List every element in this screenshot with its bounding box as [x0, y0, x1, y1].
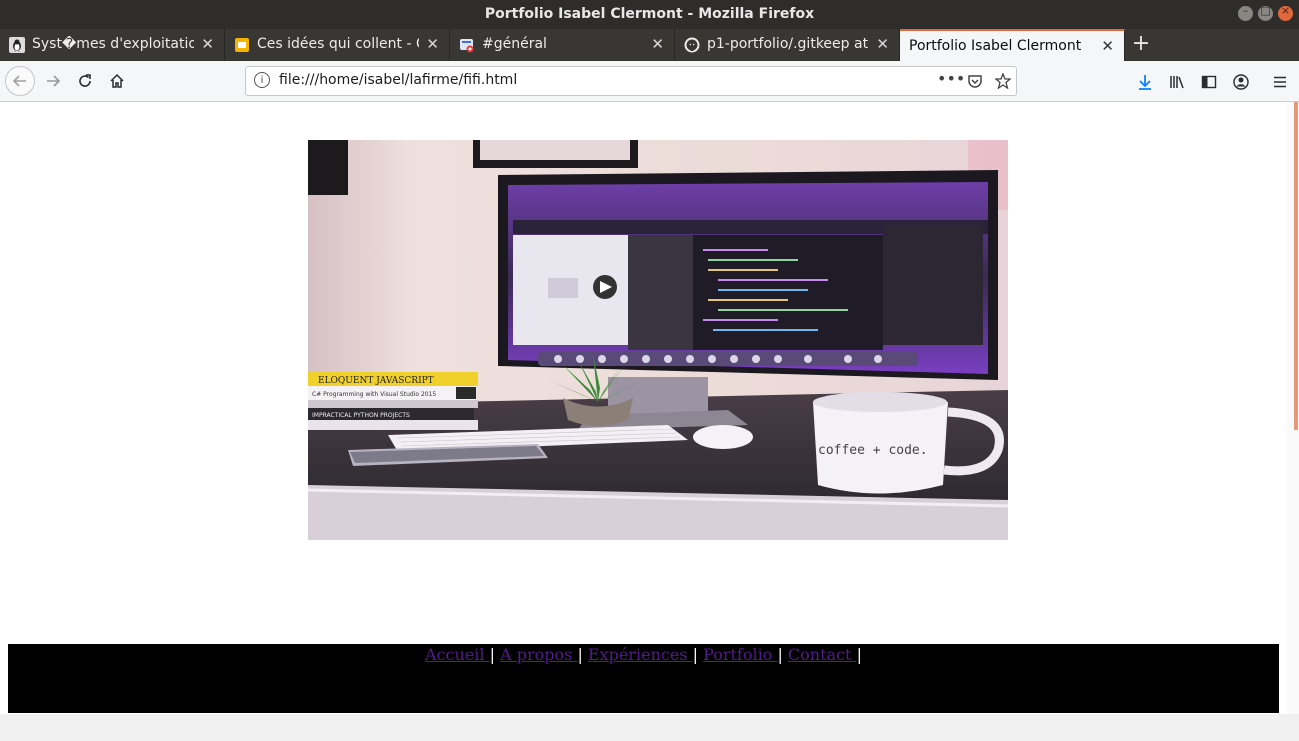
- reload-icon: [79, 74, 91, 87]
- site-info-icon[interactable]: i: [254, 72, 270, 88]
- mug-text: coffee + code.: [818, 443, 928, 458]
- footer-link-accueil[interactable]: Accueil: [425, 645, 490, 664]
- book-title: C# Programming with Visual Studio 2015: [312, 391, 436, 398]
- close-tab-icon[interactable]: ✕: [426, 35, 439, 53]
- github-icon: [684, 37, 700, 53]
- chat-app-icon: [460, 39, 474, 53]
- footer-separator: |: [489, 645, 495, 664]
- pocket-icon[interactable]: [967, 73, 983, 89]
- tab-label: Portfolio Isabel Clermont: [909, 38, 1082, 54]
- book-title: ELOQUENT JAVASCRIPT: [318, 376, 434, 386]
- footer-separator: |: [577, 645, 583, 664]
- tab-label: Syst�mes d'exploitation: [32, 36, 194, 52]
- footer-separator: |: [692, 645, 698, 664]
- account-icon[interactable]: [1233, 74, 1249, 90]
- close-window-button[interactable]: ×: [1278, 4, 1293, 21]
- tab-label: Ces idées qui collent - Google Slides: [257, 36, 419, 52]
- footer-separator: |: [856, 645, 862, 664]
- slides-icon: [235, 38, 249, 52]
- footer-link-a-propos[interactable]: A propos: [500, 645, 577, 664]
- site-footer: Accueil | A propos | Expériences | Portf…: [8, 644, 1279, 713]
- download-icon[interactable]: [1137, 74, 1153, 90]
- vertical-scrollbar[interactable]: [1287, 102, 1299, 714]
- footer-link-portfolio[interactable]: Portfolio: [703, 645, 777, 664]
- window-title: Portfolio Isabel Clermont - Mozilla Fire…: [484, 6, 815, 22]
- footer-link-experiences[interactable]: Expériences: [588, 645, 693, 664]
- close-tab-icon[interactable]: ✕: [201, 35, 214, 53]
- library-icon[interactable]: [1169, 74, 1185, 90]
- reload-button[interactable]: [71, 67, 99, 95]
- window-titlebar: Portfolio Isabel Clermont - Mozilla Fire…: [0, 0, 1299, 29]
- page-content: ELOQUENT JAVASCRIPT C# Programming with …: [0, 102, 1287, 714]
- hero-image: ELOQUENT JAVASCRIPT C# Programming with …: [308, 140, 1008, 540]
- close-tab-icon[interactable]: ✕: [651, 35, 664, 53]
- home-button[interactable]: [103, 67, 131, 95]
- minimize-button[interactable]: –: [1238, 4, 1253, 21]
- close-tab-icon[interactable]: ✕: [1101, 37, 1114, 55]
- scrollbar-thumb[interactable]: [1294, 102, 1298, 430]
- hamburger-menu-icon[interactable]: [1272, 74, 1288, 90]
- tab-systemes[interactable]: Syst�mes d'exploitation ✕: [0, 29, 225, 61]
- footer-separator: |: [777, 645, 783, 664]
- linux-penguin-icon: [9, 37, 25, 53]
- tab-github[interactable]: p1-portfolio/.gitkeep at master ✕: [675, 29, 900, 61]
- bookmark-star-icon[interactable]: [995, 73, 1011, 89]
- tab-portfolio[interactable]: Portfolio Isabel Clermont ✕: [900, 29, 1125, 61]
- tab-bar: Syst�mes d'exploitation ✕ Ces idées qui …: [0, 29, 1299, 61]
- page-actions-icon[interactable]: •••: [937, 69, 965, 88]
- sidebar-icon[interactable]: [1201, 74, 1217, 90]
- url-text[interactable]: file:///home/isabel/lafirme/fifi.html: [279, 72, 517, 88]
- url-bar[interactable]: i file:///home/isabel/lafirme/fifi.html …: [245, 66, 1017, 96]
- navigation-toolbar: i file:///home/isabel/lafirme/fifi.html …: [0, 61, 1299, 102]
- tab-general[interactable]: #général ✕: [450, 29, 675, 61]
- footer-nav: Accueil | A propos | Expériences | Portf…: [8, 644, 1279, 664]
- window-bottom-strip: [0, 714, 1299, 741]
- maximize-button[interactable]: □: [1258, 4, 1273, 21]
- tab-slides[interactable]: Ces idées qui collent - Google Slides ✕: [225, 29, 450, 61]
- book-title: IMPRACTICAL PYTHON PROJECTS: [312, 412, 410, 419]
- footer-link-contact[interactable]: Contact: [788, 645, 857, 664]
- forward-arrow-icon: [47, 75, 61, 87]
- home-icon: [110, 73, 124, 88]
- tab-label: p1-portfolio/.gitkeep at master: [707, 36, 869, 52]
- back-arrow-icon: [12, 75, 26, 87]
- tab-label: #général: [482, 36, 547, 52]
- forward-button[interactable]: [39, 67, 67, 95]
- close-tab-icon[interactable]: ✕: [876, 35, 889, 53]
- new-tab-button[interactable]: +: [1128, 32, 1154, 58]
- back-button[interactable]: [5, 66, 35, 96]
